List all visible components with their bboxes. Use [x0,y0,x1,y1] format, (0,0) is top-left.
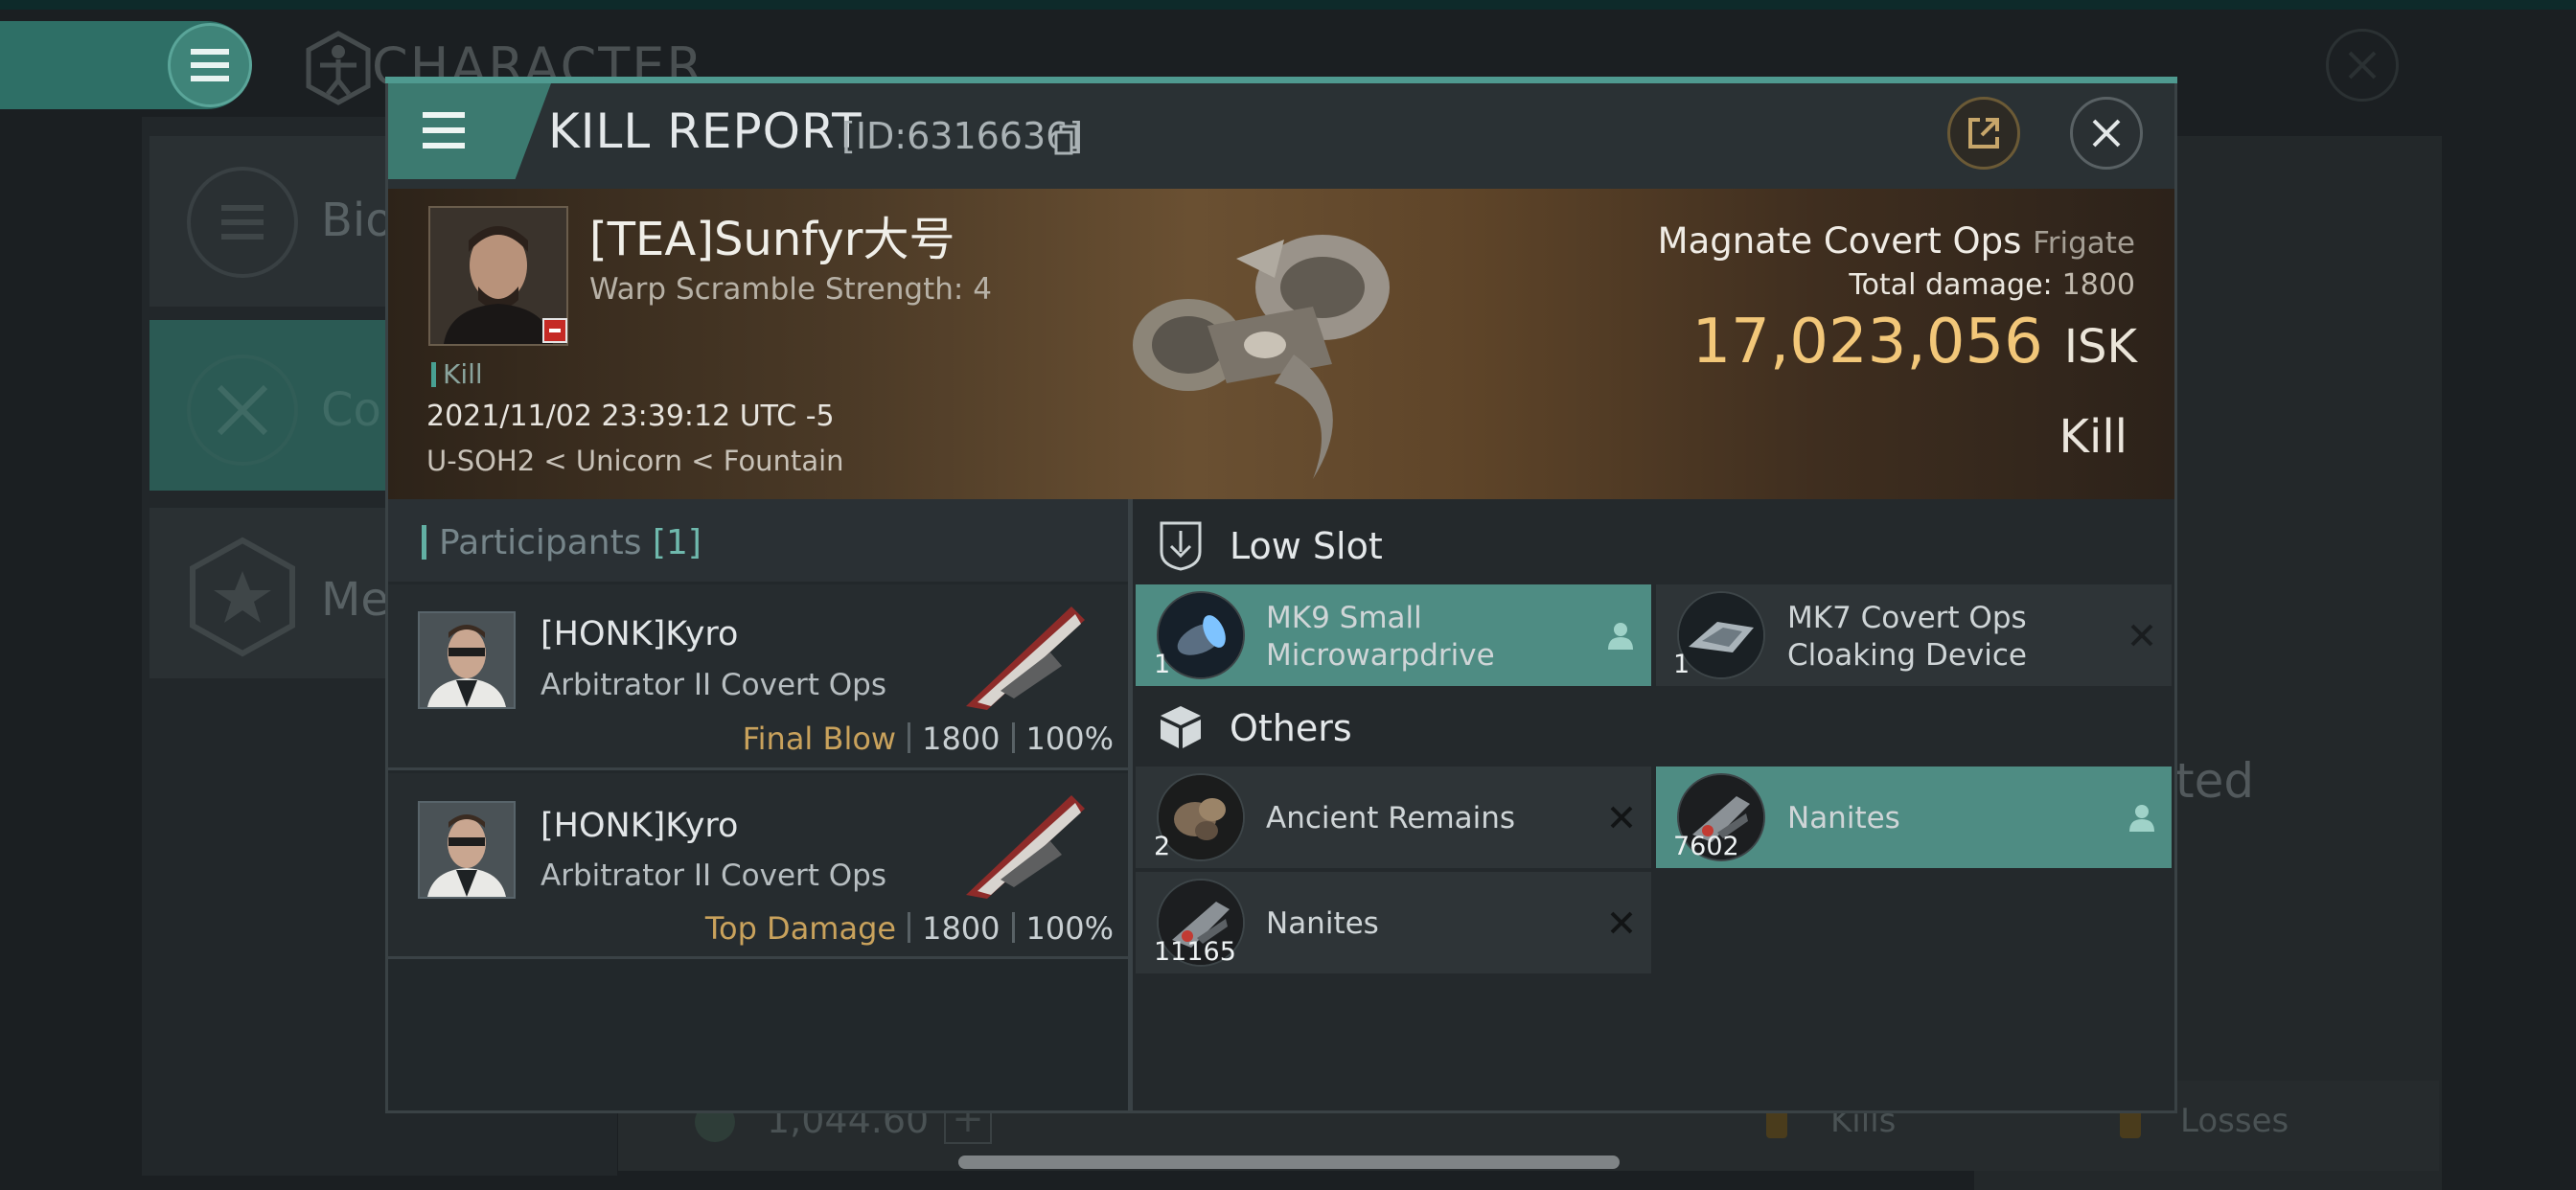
item-quantity: 7602 [1673,832,1739,861]
modal-accent-line [385,77,2177,83]
participants-count: [1] [652,523,702,562]
hamburger-icon [423,112,465,149]
crossed-swords-icon [187,355,298,466]
item-quantity: 2 [1154,832,1171,861]
victim-ship-image[interactable] [1121,201,1428,489]
copy-icon[interactable] [1054,125,1079,155]
cloaking-device-icon [1677,591,1765,679]
isk-value: 17,023,056 [1691,307,2043,378]
participant-stats: Top Damage 1800 100% [671,910,1114,947]
item-quantity: 1 [1154,650,1171,679]
destroyed-x-icon [2130,624,2153,647]
participant-role: Final Blow [742,721,897,757]
close-icon [2092,119,2121,148]
pilot-portrait-icon [420,803,514,897]
participants-label: Participants [439,523,642,562]
item-name-line: MK7 Covert Ops [1787,601,2027,635]
character-icon [306,31,371,105]
participant-role: Top Damage [704,910,897,947]
close-icon [2348,51,2377,80]
participant-portrait[interactable] [418,801,516,899]
destroyed-x-icon [1610,911,1633,934]
share-icon [1968,118,1999,149]
losses-legend-label: Losses [2180,1102,2289,1140]
participant-ship: Arbitrator II Covert Ops [540,858,887,893]
participant-name[interactable]: [HONK]Kyro [540,615,738,653]
low-slot-title: Low Slot [1230,525,1383,567]
background-close-button[interactable] [2326,29,2399,102]
background-menu-button[interactable] [168,23,252,107]
others-title: Others [1230,707,1352,749]
participant-ship-image[interactable] [958,788,1092,903]
kill-location[interactable]: U-SOH2 < Unicorn < Fountain [426,445,844,477]
stats-separator [1011,912,1015,943]
kill-tag-bar [431,362,436,387]
participant-name[interactable]: [HONK]Kyro [540,807,738,845]
bio-icon [187,167,298,278]
total-damage-label: Total damage: [1849,268,2053,302]
hamburger-icon [191,49,229,81]
report-result: Kill [2058,410,2128,464]
isk-unit: ISK [2063,320,2137,374]
ship-class-text: Frigate [2033,226,2135,261]
participants-title: Participants [1] [439,523,702,562]
item-quantity: 11165 [1154,937,1236,967]
item-name: MK9 Small Microwarpdrive [1266,600,1495,675]
cargo-box-icon [1161,706,1201,748]
close-button[interactable] [2070,97,2143,170]
destroyed-x-icon [1610,806,1633,829]
victim-ship-name[interactable]: Magnate Covert Ops Frigate [1495,220,2135,262]
item-name: MK7 Covert Ops Cloaking Device [1787,600,2027,675]
stats-separator [1011,722,1015,753]
item-name: Nanites [1787,801,1900,835]
low-slot-icon [1160,521,1202,571]
total-damage-value: 1800 [2061,268,2135,302]
background-nav-label-medals: Me [321,573,389,627]
warp-scramble-strength: Warp Scramble Strength: 4 [589,272,992,307]
stats-separator [908,912,911,943]
hostile-badge [542,318,567,343]
participant-portrait[interactable] [418,611,516,709]
kill-report-id: [ID:6316636] [841,115,1084,157]
item-name: Ancient Remains [1266,801,1516,835]
participants-header-bar [422,525,426,560]
item-name: Nanites [1266,906,1379,941]
ship-name-text: Magnate Covert Ops [1657,220,2022,262]
top-edge-bar [0,0,2576,10]
item-name-line: MK9 Small [1266,601,1422,635]
person-icon [1608,623,1633,650]
kill-report-title: KILL REPORT [548,103,862,159]
share-button[interactable] [1947,97,2020,170]
background-nav-label-combat: Co [321,383,381,437]
participant-damage: 1800 [922,910,1000,947]
total-damage-line: Total damage: 1800 [1495,268,2135,302]
kill-datetime: 2021/11/02 23:39:12 UTC -5 [426,400,835,433]
participant-percent: 100% [1025,721,1114,757]
item-quantity: 1 [1673,650,1690,679]
participant-stats: Final Blow 1800 100% [671,721,1114,757]
isk-value-line: 17,023,056 ISK [1495,307,2137,378]
person-icon [2129,805,2154,832]
participant-ship-image[interactable] [958,599,1092,714]
participant-percent: 100% [1025,910,1114,947]
background-right-text: ted [2175,753,2255,809]
victim-name[interactable]: [TEA]Sunfyr大号 [589,201,954,268]
kill-tag: Kill [443,358,483,390]
stats-separator [908,722,911,753]
item-name-line: Microwarpdrive [1266,638,1495,673]
home-indicator[interactable] [958,1156,1620,1169]
item-name-line: Cloaking Device [1787,638,2027,673]
medal-icon [187,537,298,657]
participant-ship: Arbitrator II Covert Ops [540,668,887,702]
participant-damage: 1800 [922,721,1000,757]
background-nav-label-bio: Bio [321,194,394,247]
pilot-portrait-icon [420,613,514,707]
